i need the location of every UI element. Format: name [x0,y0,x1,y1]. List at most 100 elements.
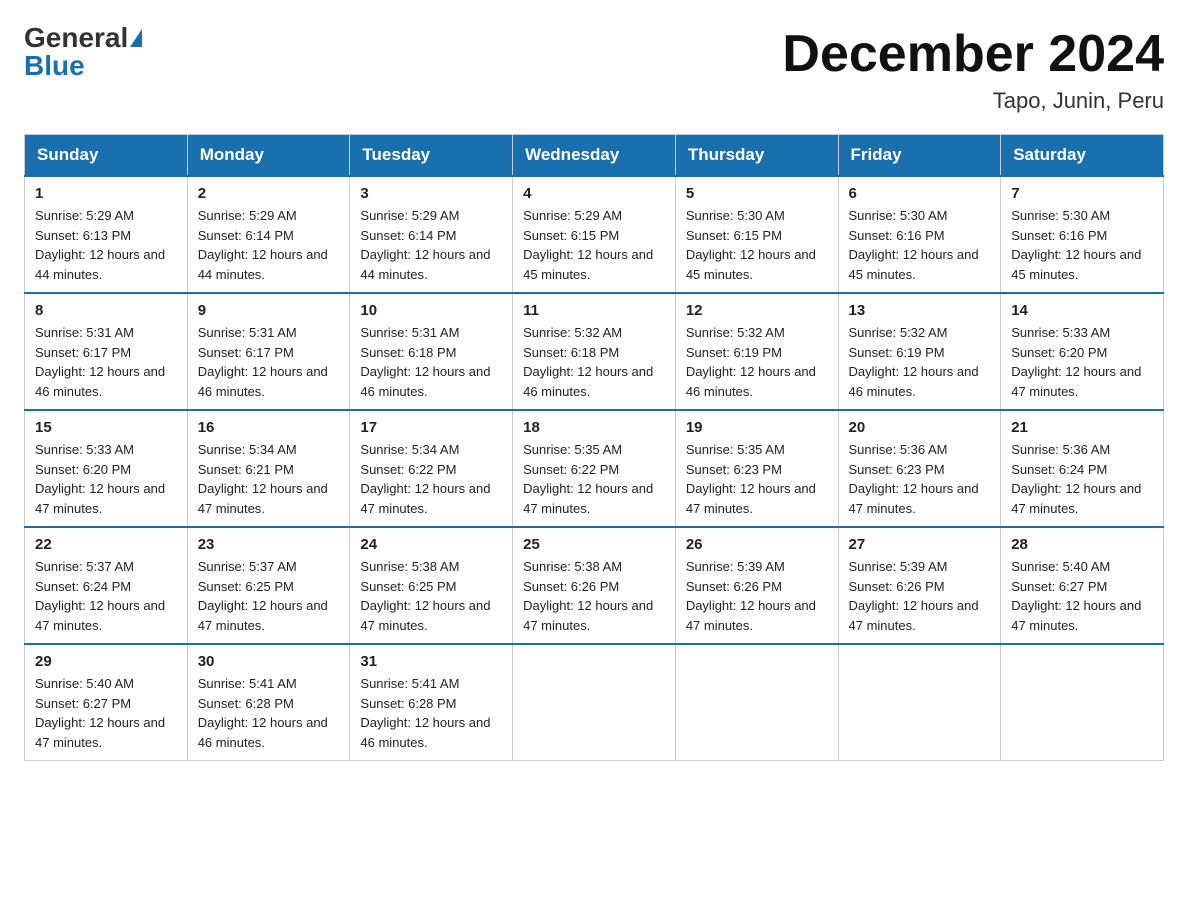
day-number: 1 [35,185,177,202]
day-number: 14 [1011,302,1153,319]
day-info: Sunrise: 5:33 AMSunset: 6:20 PMDaylight:… [35,442,165,516]
day-info: Sunrise: 5:35 AMSunset: 6:23 PMDaylight:… [686,442,816,516]
day-info: Sunrise: 5:37 AMSunset: 6:24 PMDaylight:… [35,559,165,633]
calendar-header-thursday: Thursday [675,135,838,177]
day-number: 24 [360,536,502,553]
day-info: Sunrise: 5:39 AMSunset: 6:26 PMDaylight:… [686,559,816,633]
day-info: Sunrise: 5:34 AMSunset: 6:21 PMDaylight:… [198,442,328,516]
calendar-cell: 8 Sunrise: 5:31 AMSunset: 6:17 PMDayligh… [25,293,188,410]
day-number: 7 [1011,185,1153,202]
calendar-cell: 17 Sunrise: 5:34 AMSunset: 6:22 PMDaylig… [350,410,513,527]
day-number: 9 [198,302,340,319]
day-number: 27 [849,536,991,553]
calendar-cell: 31 Sunrise: 5:41 AMSunset: 6:28 PMDaylig… [350,644,513,761]
day-number: 6 [849,185,991,202]
day-info: Sunrise: 5:32 AMSunset: 6:19 PMDaylight:… [849,325,979,399]
day-info: Sunrise: 5:40 AMSunset: 6:27 PMDaylight:… [1011,559,1141,633]
day-info: Sunrise: 5:41 AMSunset: 6:28 PMDaylight:… [360,676,490,750]
day-number: 5 [686,185,828,202]
calendar-cell: 29 Sunrise: 5:40 AMSunset: 6:27 PMDaylig… [25,644,188,761]
logo-triangle-icon [130,29,142,47]
calendar-table: SundayMondayTuesdayWednesdayThursdayFrid… [24,134,1164,761]
calendar-cell: 7 Sunrise: 5:30 AMSunset: 6:16 PMDayligh… [1001,176,1164,293]
month-title: December 2024 [782,24,1164,84]
calendar-body: 1 Sunrise: 5:29 AMSunset: 6:13 PMDayligh… [25,176,1164,761]
calendar-cell: 4 Sunrise: 5:29 AMSunset: 6:15 PMDayligh… [513,176,676,293]
day-info: Sunrise: 5:40 AMSunset: 6:27 PMDaylight:… [35,676,165,750]
day-number: 13 [849,302,991,319]
calendar-cell: 2 Sunrise: 5:29 AMSunset: 6:14 PMDayligh… [187,176,350,293]
day-number: 30 [198,653,340,670]
logo-blue-text: Blue [24,52,85,80]
day-number: 10 [360,302,502,319]
calendar-week-3: 15 Sunrise: 5:33 AMSunset: 6:20 PMDaylig… [25,410,1164,527]
day-number: 11 [523,302,665,319]
calendar-header-saturday: Saturday [1001,135,1164,177]
calendar-header-row: SundayMondayTuesdayWednesdayThursdayFrid… [25,135,1164,177]
day-number: 29 [35,653,177,670]
calendar-cell: 12 Sunrise: 5:32 AMSunset: 6:19 PMDaylig… [675,293,838,410]
day-number: 23 [198,536,340,553]
day-info: Sunrise: 5:29 AMSunset: 6:14 PMDaylight:… [198,208,328,282]
day-info: Sunrise: 5:36 AMSunset: 6:24 PMDaylight:… [1011,442,1141,516]
calendar-cell: 18 Sunrise: 5:35 AMSunset: 6:22 PMDaylig… [513,410,676,527]
day-info: Sunrise: 5:30 AMSunset: 6:15 PMDaylight:… [686,208,816,282]
day-number: 25 [523,536,665,553]
calendar-header-friday: Friday [838,135,1001,177]
day-number: 20 [849,419,991,436]
calendar-header-sunday: Sunday [25,135,188,177]
day-info: Sunrise: 5:31 AMSunset: 6:18 PMDaylight:… [360,325,490,399]
calendar-week-2: 8 Sunrise: 5:31 AMSunset: 6:17 PMDayligh… [25,293,1164,410]
day-number: 2 [198,185,340,202]
calendar-week-4: 22 Sunrise: 5:37 AMSunset: 6:24 PMDaylig… [25,527,1164,644]
title-block: December 2024 Tapo, Junin, Peru [782,24,1164,114]
calendar-cell: 6 Sunrise: 5:30 AMSunset: 6:16 PMDayligh… [838,176,1001,293]
day-info: Sunrise: 5:32 AMSunset: 6:18 PMDaylight:… [523,325,653,399]
day-info: Sunrise: 5:35 AMSunset: 6:22 PMDaylight:… [523,442,653,516]
calendar-cell: 10 Sunrise: 5:31 AMSunset: 6:18 PMDaylig… [350,293,513,410]
day-number: 15 [35,419,177,436]
calendar-cell [1001,644,1164,761]
calendar-cell [513,644,676,761]
day-number: 8 [35,302,177,319]
calendar-cell: 30 Sunrise: 5:41 AMSunset: 6:28 PMDaylig… [187,644,350,761]
calendar-cell: 9 Sunrise: 5:31 AMSunset: 6:17 PMDayligh… [187,293,350,410]
calendar-cell: 26 Sunrise: 5:39 AMSunset: 6:26 PMDaylig… [675,527,838,644]
calendar-cell: 24 Sunrise: 5:38 AMSunset: 6:25 PMDaylig… [350,527,513,644]
calendar-cell: 20 Sunrise: 5:36 AMSunset: 6:23 PMDaylig… [838,410,1001,527]
logo-general-text: General [24,24,128,52]
calendar-cell: 5 Sunrise: 5:30 AMSunset: 6:15 PMDayligh… [675,176,838,293]
day-info: Sunrise: 5:29 AMSunset: 6:15 PMDaylight:… [523,208,653,282]
calendar-header-monday: Monday [187,135,350,177]
day-number: 17 [360,419,502,436]
calendar-header-wednesday: Wednesday [513,135,676,177]
calendar-week-5: 29 Sunrise: 5:40 AMSunset: 6:27 PMDaylig… [25,644,1164,761]
calendar-week-1: 1 Sunrise: 5:29 AMSunset: 6:13 PMDayligh… [25,176,1164,293]
calendar-cell: 22 Sunrise: 5:37 AMSunset: 6:24 PMDaylig… [25,527,188,644]
day-info: Sunrise: 5:39 AMSunset: 6:26 PMDaylight:… [849,559,979,633]
day-number: 26 [686,536,828,553]
day-info: Sunrise: 5:34 AMSunset: 6:22 PMDaylight:… [360,442,490,516]
day-number: 4 [523,185,665,202]
day-number: 3 [360,185,502,202]
logo: General Blue [24,24,142,80]
day-info: Sunrise: 5:31 AMSunset: 6:17 PMDaylight:… [35,325,165,399]
day-info: Sunrise: 5:36 AMSunset: 6:23 PMDaylight:… [849,442,979,516]
day-number: 18 [523,419,665,436]
calendar-cell: 1 Sunrise: 5:29 AMSunset: 6:13 PMDayligh… [25,176,188,293]
calendar-cell: 23 Sunrise: 5:37 AMSunset: 6:25 PMDaylig… [187,527,350,644]
day-info: Sunrise: 5:33 AMSunset: 6:20 PMDaylight:… [1011,325,1141,399]
calendar-header-tuesday: Tuesday [350,135,513,177]
calendar-cell: 19 Sunrise: 5:35 AMSunset: 6:23 PMDaylig… [675,410,838,527]
day-number: 28 [1011,536,1153,553]
day-info: Sunrise: 5:30 AMSunset: 6:16 PMDaylight:… [849,208,979,282]
day-info: Sunrise: 5:31 AMSunset: 6:17 PMDaylight:… [198,325,328,399]
page-header: General Blue December 2024 Tapo, Junin, … [24,24,1164,114]
day-number: 21 [1011,419,1153,436]
day-number: 19 [686,419,828,436]
day-info: Sunrise: 5:38 AMSunset: 6:25 PMDaylight:… [360,559,490,633]
day-info: Sunrise: 5:38 AMSunset: 6:26 PMDaylight:… [523,559,653,633]
calendar-cell: 28 Sunrise: 5:40 AMSunset: 6:27 PMDaylig… [1001,527,1164,644]
calendar-cell: 27 Sunrise: 5:39 AMSunset: 6:26 PMDaylig… [838,527,1001,644]
day-info: Sunrise: 5:37 AMSunset: 6:25 PMDaylight:… [198,559,328,633]
